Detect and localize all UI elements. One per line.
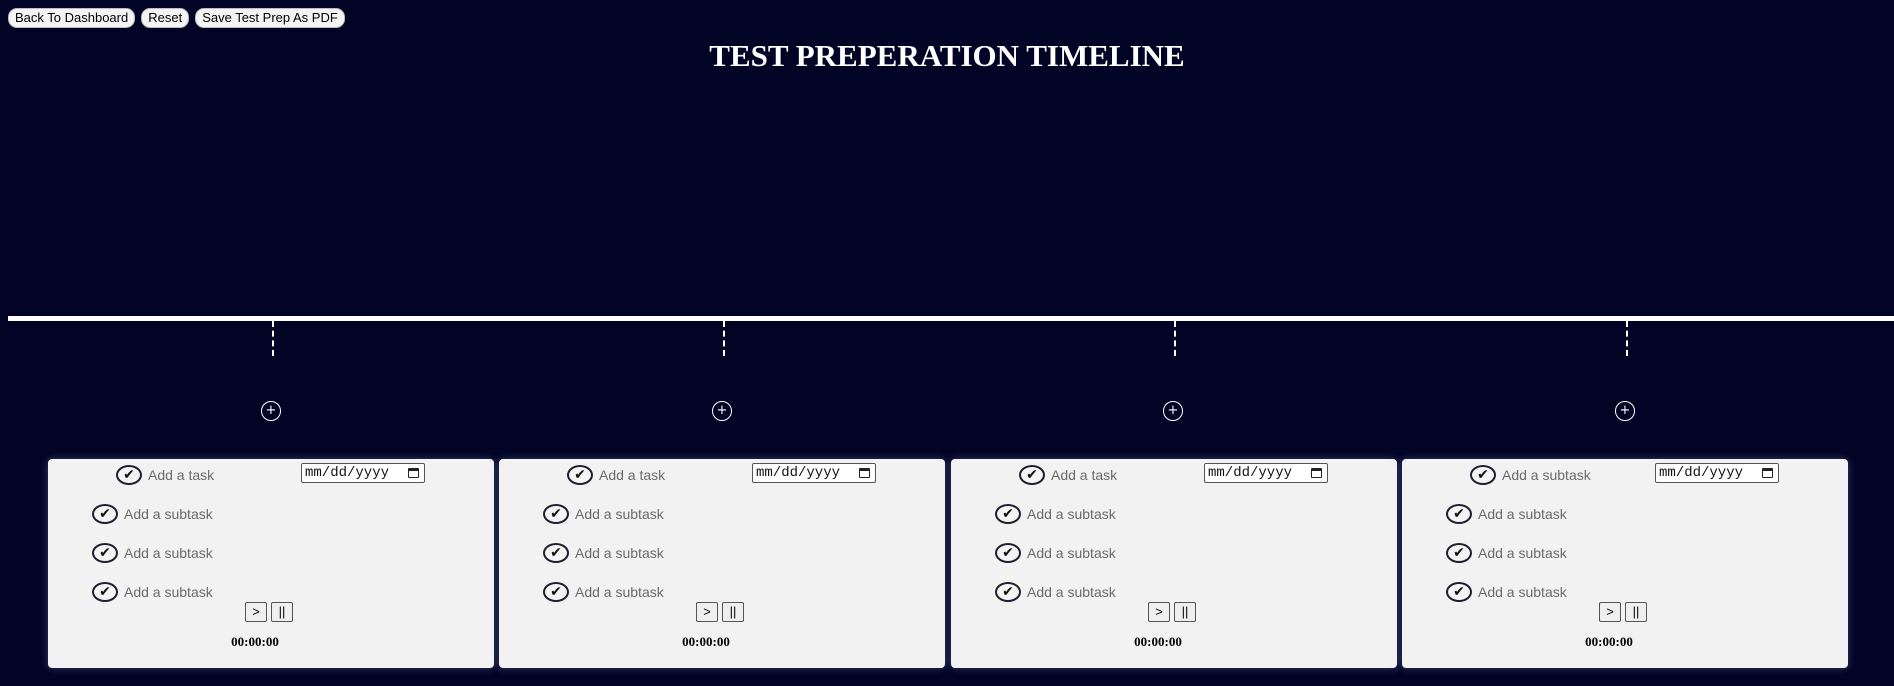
checkmark-icon[interactable]: ✔: [543, 504, 569, 524]
date-placeholder: mm/dd/yyyy: [1659, 465, 1744, 481]
timer-play-button[interactable]: >: [1599, 602, 1621, 622]
checkmark-icon[interactable]: ✔: [1446, 504, 1472, 524]
calendar-icon[interactable]: [1762, 468, 1773, 478]
timer-play-button[interactable]: >: [696, 602, 718, 622]
task-card: ✔ mm/dd/yyyy ✔ ✔ ✔ > || 00:00:00: [499, 459, 945, 668]
timeline-tick: [723, 321, 725, 356]
subtask-input[interactable]: [1027, 506, 1167, 522]
subtask-row: ✔: [92, 541, 264, 565]
subtask-input[interactable]: [1027, 545, 1167, 561]
back-to-dashboard-button[interactable]: Back To Dashboard: [8, 8, 136, 28]
subtask-input[interactable]: [1478, 545, 1618, 561]
subtask-row: ✔: [92, 580, 264, 604]
checkmark-icon[interactable]: ✔: [116, 465, 142, 485]
subtask-row: ✔: [1446, 580, 1618, 604]
timeline-line: [8, 316, 1894, 321]
date-placeholder: mm/dd/yyyy: [756, 465, 841, 481]
timer-play-button[interactable]: >: [245, 602, 267, 622]
date-placeholder: mm/dd/yyyy: [305, 465, 390, 481]
checkmark-icon[interactable]: ✔: [92, 504, 118, 524]
date-placeholder: mm/dd/yyyy: [1208, 465, 1293, 481]
subtask-input[interactable]: [575, 545, 715, 561]
calendar-icon[interactable]: [859, 468, 870, 478]
save-pdf-button[interactable]: Save Test Prep As PDF: [195, 8, 345, 28]
checkmark-icon[interactable]: ✔: [543, 543, 569, 563]
timer-controls: > ||: [245, 602, 293, 622]
add-task-icon[interactable]: +: [1163, 401, 1183, 421]
timer-display: 00:00:00: [1134, 634, 1182, 649]
task-header-row: ✔: [1470, 463, 1642, 487]
date-input[interactable]: mm/dd/yyyy: [1204, 463, 1328, 483]
checkmark-icon[interactable]: ✔: [92, 543, 118, 563]
subtask-row: ✔: [543, 580, 715, 604]
add-task-icon[interactable]: +: [712, 401, 732, 421]
task-input[interactable]: [1502, 467, 1642, 483]
checkmark-icon[interactable]: ✔: [1446, 582, 1472, 602]
checkmark-icon[interactable]: ✔: [995, 504, 1021, 524]
timer-controls: > ||: [1599, 602, 1647, 622]
toolbar: Back To Dashboard Reset Save Test Prep A…: [8, 8, 345, 28]
checkmark-icon[interactable]: ✔: [1470, 465, 1496, 485]
add-task-icon[interactable]: +: [261, 401, 281, 421]
subtask-row: ✔: [995, 502, 1167, 526]
timer-pause-button[interactable]: ||: [1174, 602, 1196, 622]
task-input[interactable]: [599, 467, 739, 483]
timer-pause-button[interactable]: ||: [271, 602, 293, 622]
task-header-row: ✔: [1019, 463, 1191, 487]
checkmark-icon[interactable]: ✔: [543, 582, 569, 602]
subtask-row: ✔: [92, 502, 264, 526]
timer-display: 00:00:00: [682, 634, 730, 649]
timer-display: 00:00:00: [231, 634, 279, 649]
checkmark-icon[interactable]: ✔: [1019, 465, 1045, 485]
subtask-row: ✔: [543, 502, 715, 526]
subtask-input[interactable]: [124, 584, 264, 600]
subtask-input[interactable]: [575, 506, 715, 522]
timer-controls: > ||: [1148, 602, 1196, 622]
subtask-input[interactable]: [1027, 584, 1167, 600]
subtask-input[interactable]: [124, 506, 264, 522]
task-card: ✔ mm/dd/yyyy ✔ ✔ ✔ > || 00:00:00: [48, 459, 494, 668]
checkmark-icon[interactable]: ✔: [92, 582, 118, 602]
timer-play-button[interactable]: >: [1148, 602, 1170, 622]
date-input[interactable]: mm/dd/yyyy: [1655, 463, 1779, 483]
date-input[interactable]: mm/dd/yyyy: [752, 463, 876, 483]
task-input[interactable]: [1051, 467, 1191, 483]
task-card: ✔ mm/dd/yyyy ✔ ✔ ✔ > || 00:00:00: [951, 459, 1397, 668]
subtask-row: ✔: [1446, 502, 1618, 526]
subtask-row: ✔: [995, 541, 1167, 565]
timeline-tick: [1174, 321, 1176, 356]
subtask-input[interactable]: [1478, 506, 1618, 522]
calendar-icon[interactable]: [408, 468, 419, 478]
timer-display: 00:00:00: [1585, 634, 1633, 649]
subtask-row: ✔: [543, 541, 715, 565]
reset-button[interactable]: Reset: [141, 8, 190, 28]
subtask-row: ✔: [995, 580, 1167, 604]
subtask-input[interactable]: [1478, 584, 1618, 600]
timer-controls: > ||: [696, 602, 744, 622]
timeline-tick: [272, 321, 274, 356]
subtask-input[interactable]: [575, 584, 715, 600]
calendar-icon[interactable]: [1311, 468, 1322, 478]
subtask-input[interactable]: [124, 545, 264, 561]
date-input[interactable]: mm/dd/yyyy: [301, 463, 425, 483]
page-title: TEST PREPERATION TIMELINE: [709, 38, 1185, 73]
task-card: ✔ mm/dd/yyyy ✔ ✔ ✔ > || 00:00:00: [1402, 459, 1848, 668]
checkmark-icon[interactable]: ✔: [995, 543, 1021, 563]
timer-pause-button[interactable]: ||: [1625, 602, 1647, 622]
task-header-row: ✔: [116, 463, 288, 487]
checkmark-icon[interactable]: ✔: [567, 465, 593, 485]
timer-pause-button[interactable]: ||: [722, 602, 744, 622]
subtask-row: ✔: [1446, 541, 1618, 565]
task-header-row: ✔: [567, 463, 739, 487]
checkmark-icon[interactable]: ✔: [1446, 543, 1472, 563]
timeline-tick: [1626, 321, 1628, 356]
task-input[interactable]: [148, 467, 288, 483]
add-task-icon[interactable]: +: [1615, 401, 1635, 421]
checkmark-icon[interactable]: ✔: [995, 582, 1021, 602]
